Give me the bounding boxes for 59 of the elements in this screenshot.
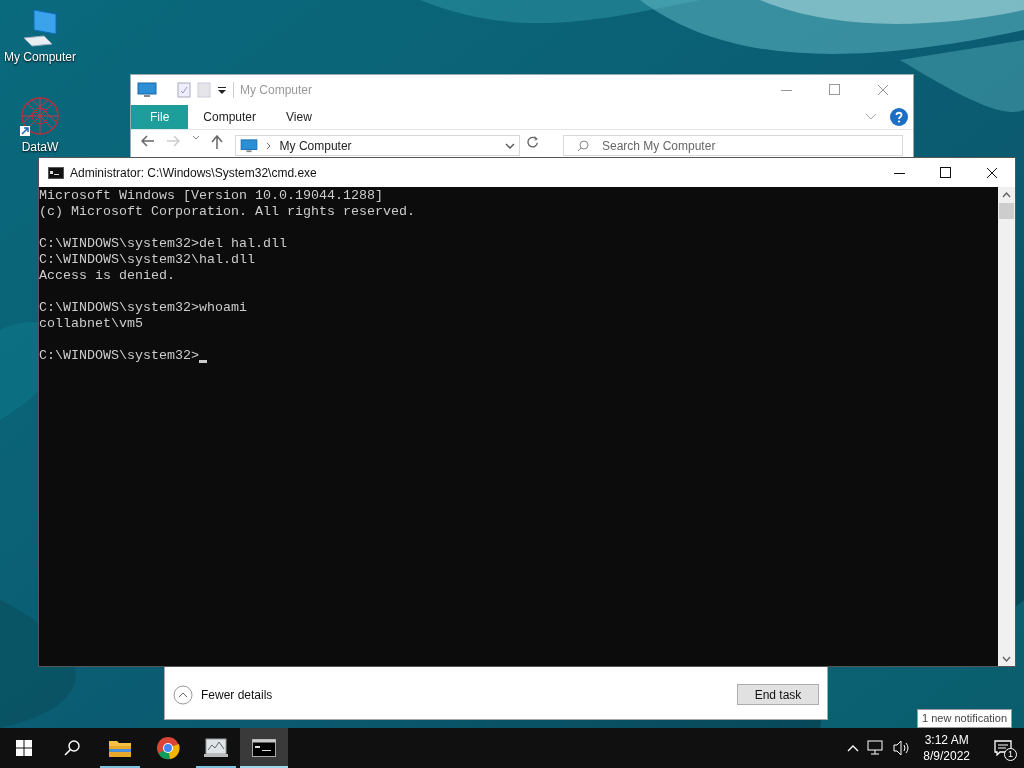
speaker-icon[interactable]	[893, 740, 912, 756]
notification-badge: 1	[1004, 748, 1017, 761]
end-task-button[interactable]: End task	[737, 684, 819, 705]
scroll-down-icon[interactable]	[1002, 656, 1011, 662]
monitor-icon	[203, 737, 229, 759]
scroll-thumb[interactable]	[999, 203, 1014, 219]
folder-icon	[108, 738, 132, 758]
dropdown-icon[interactable]	[504, 142, 515, 149]
back-icon[interactable]	[141, 135, 155, 147]
clock-time: 3:12 AM	[924, 732, 969, 748]
search-icon	[64, 740, 80, 756]
collapse-icon	[173, 684, 193, 705]
notification-tooltip: 1 new notification	[917, 709, 1012, 728]
console-line: Microsoft Windows [Version 10.0.19044.1288]	[39, 188, 383, 204]
clock[interactable]: 3:12 AM 8/9/2022	[919, 732, 974, 764]
network-icon[interactable]	[867, 740, 886, 756]
window-title: Administrator: C:\Windows\System32\cmd.exe	[70, 164, 317, 182]
address-bar[interactable]: My Computer	[234, 135, 520, 156]
chevron-up-icon[interactable]	[847, 744, 860, 752]
chevron-icon[interactable]	[191, 135, 200, 141]
ribbon-tab[interactable]: Computer	[188, 105, 272, 129]
close-icon[interactable]	[986, 166, 998, 179]
desktop-icon[interactable]: DataW	[0, 94, 80, 154]
text-cursor	[198, 360, 207, 363]
maximize-icon[interactable]	[940, 166, 952, 179]
icon-label: DataW	[21, 140, 59, 154]
console-line: collabnet\vm5	[39, 316, 143, 332]
console-line: C:\WINDOWS\system32>whoami	[39, 300, 247, 316]
refresh-icon[interactable]	[525, 135, 539, 149]
network-graph-icon	[18, 94, 62, 138]
console-icon	[252, 739, 276, 757]
scrollbar[interactable]	[998, 187, 1015, 666]
icon-label: My Computer	[4, 50, 76, 64]
dropdown-icon[interactable]	[217, 85, 227, 95]
up-icon[interactable]	[211, 135, 223, 149]
ribbon-tab[interactable]: View	[271, 105, 327, 129]
browser-icon	[156, 736, 180, 760]
action-center-button[interactable]: 1	[982, 728, 1024, 768]
window-title: My Computer	[240, 82, 313, 99]
help-icon[interactable]	[889, 107, 909, 127]
search-field[interactable]: Search My Computer	[563, 135, 903, 156]
fewer-details-button[interactable]: Fewer details	[173, 684, 273, 705]
console-line: C:\WINDOWS\system32>del hal.dll	[39, 236, 287, 252]
scroll-up-icon[interactable]	[1002, 192, 1011, 198]
console-line: C:\WINDOWS\system32>	[39, 348, 199, 364]
computer-icon	[137, 82, 157, 98]
windows-logo-icon	[16, 740, 32, 756]
computer-icon	[22, 8, 58, 48]
console-icon	[48, 166, 64, 179]
taskbar-app[interactable]	[240, 728, 288, 768]
chevron-icon	[265, 141, 272, 150]
search-icon	[577, 140, 589, 152]
console-line: (c) Microsoft Corporation. All rights reserved.	[39, 204, 415, 220]
console-line: C:\WINDOWS\system32\hal.dll	[39, 252, 255, 268]
notification-icon	[994, 740, 1012, 756]
clock-date: 8/9/2022	[923, 748, 970, 764]
console-line: Access is denied.	[39, 268, 175, 284]
computer-icon	[239, 138, 258, 153]
desktop-icon[interactable]: My Computer	[0, 8, 80, 64]
